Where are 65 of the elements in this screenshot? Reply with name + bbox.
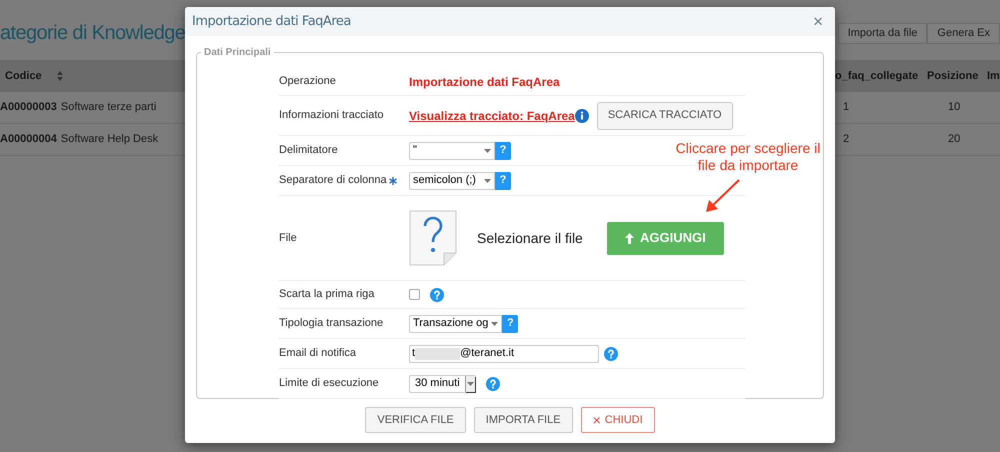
view-layout-link[interactable]: Visualizza tracciato: FaqArea [409,106,575,124]
select-field[interactable]: " [409,142,495,160]
field-label: Limite di esecuzione [279,376,379,392]
caret-icon [491,322,498,326]
select-value: " [413,143,417,158]
caret-icon [466,382,474,386]
help-button[interactable]: ? [495,172,511,190]
toolbar-button[interactable]: Genera Ex [927,23,1000,44]
dialog-button[interactable]: VERIFICA FILE [365,407,466,433]
sort-icon[interactable] [57,71,63,81]
close-icon: × [592,413,601,427]
column-header[interactable]: Im [987,68,1000,84]
dialog-title: Importazione dati FaqArea [192,12,351,31]
close-button[interactable]: × [813,13,823,30]
column-header[interactable]: o_faq_collegate [835,68,927,84]
close-dialog-button[interactable]: × CHIUDI [580,407,655,433]
field-label: Email di notifica [279,346,356,362]
help-button[interactable]: ? [495,142,511,160]
help-icon[interactable] [430,288,444,302]
table-cell-text: A00000004 [0,132,57,148]
download-layout-button[interactable]: SCARICA TRACCIATO [596,102,733,130]
add-file-button[interactable]: AGGIUNGI [606,222,724,254]
field-label: File [279,230,297,246]
unknown-file-icon [409,210,457,266]
select-field[interactable]: semicolon (;) [409,172,495,190]
table-cell-text: Software Help Desk [60,132,158,148]
field-label: Delimitatore [279,143,338,158]
file-prompt: Selezionare il file [477,228,583,248]
table-cell-text: 20 [948,132,960,148]
annotation-arrow [705,179,741,213]
panel-legend: Dati Principali [201,45,274,60]
operation-value: Importazione dati FaqArea [409,74,560,90]
redaction-blur [415,348,460,360]
field-label: Scarta la prima riga [279,287,374,302]
help-icon[interactable] [604,346,618,360]
checkbox[interactable] [409,289,420,300]
upload-arrow-icon [624,232,634,244]
info-icon[interactable] [574,108,589,122]
select-value: 30 minuti [414,376,461,392]
select-field[interactable]: Transazione og [409,314,502,332]
email-end: @teranet.it [460,346,514,362]
page-title: ategorie di Knowledge [0,21,186,46]
caret-icon [484,178,491,182]
caret-icon [484,148,491,152]
column-header[interactable]: Posizione [927,68,987,84]
field-label: Separatore di colonna [279,173,387,188]
table-cell-text: Software terze parti [60,100,156,116]
field-label: Operazione [279,74,336,90]
table-cell-text: 1 [843,100,850,116]
dialog-button[interactable]: IMPORTA FILE [474,407,573,433]
email-start: t [412,346,416,362]
select-value: Transazione og [413,316,488,332]
help-icon[interactable] [486,376,500,390]
select-field[interactable]: 30 minuti [409,374,476,392]
email-field[interactable]: t @teranet.it [409,344,599,362]
table-cell-text: 2 [843,132,850,148]
toolbar-button[interactable]: Importa da file [838,23,928,44]
column-header[interactable]: Codice [5,68,57,84]
table-cell-text: 10 [948,100,960,116]
select-value: semicolon (;) [413,173,476,188]
field-label: Informazioni tracciato [279,108,384,124]
help-button[interactable]: ? [502,314,518,332]
field-label: Tipologia transazione [279,316,384,332]
table-cell-text: A00000003 [0,100,57,116]
annotation-text: Cliccare per scegliere il file da importare [674,140,822,174]
